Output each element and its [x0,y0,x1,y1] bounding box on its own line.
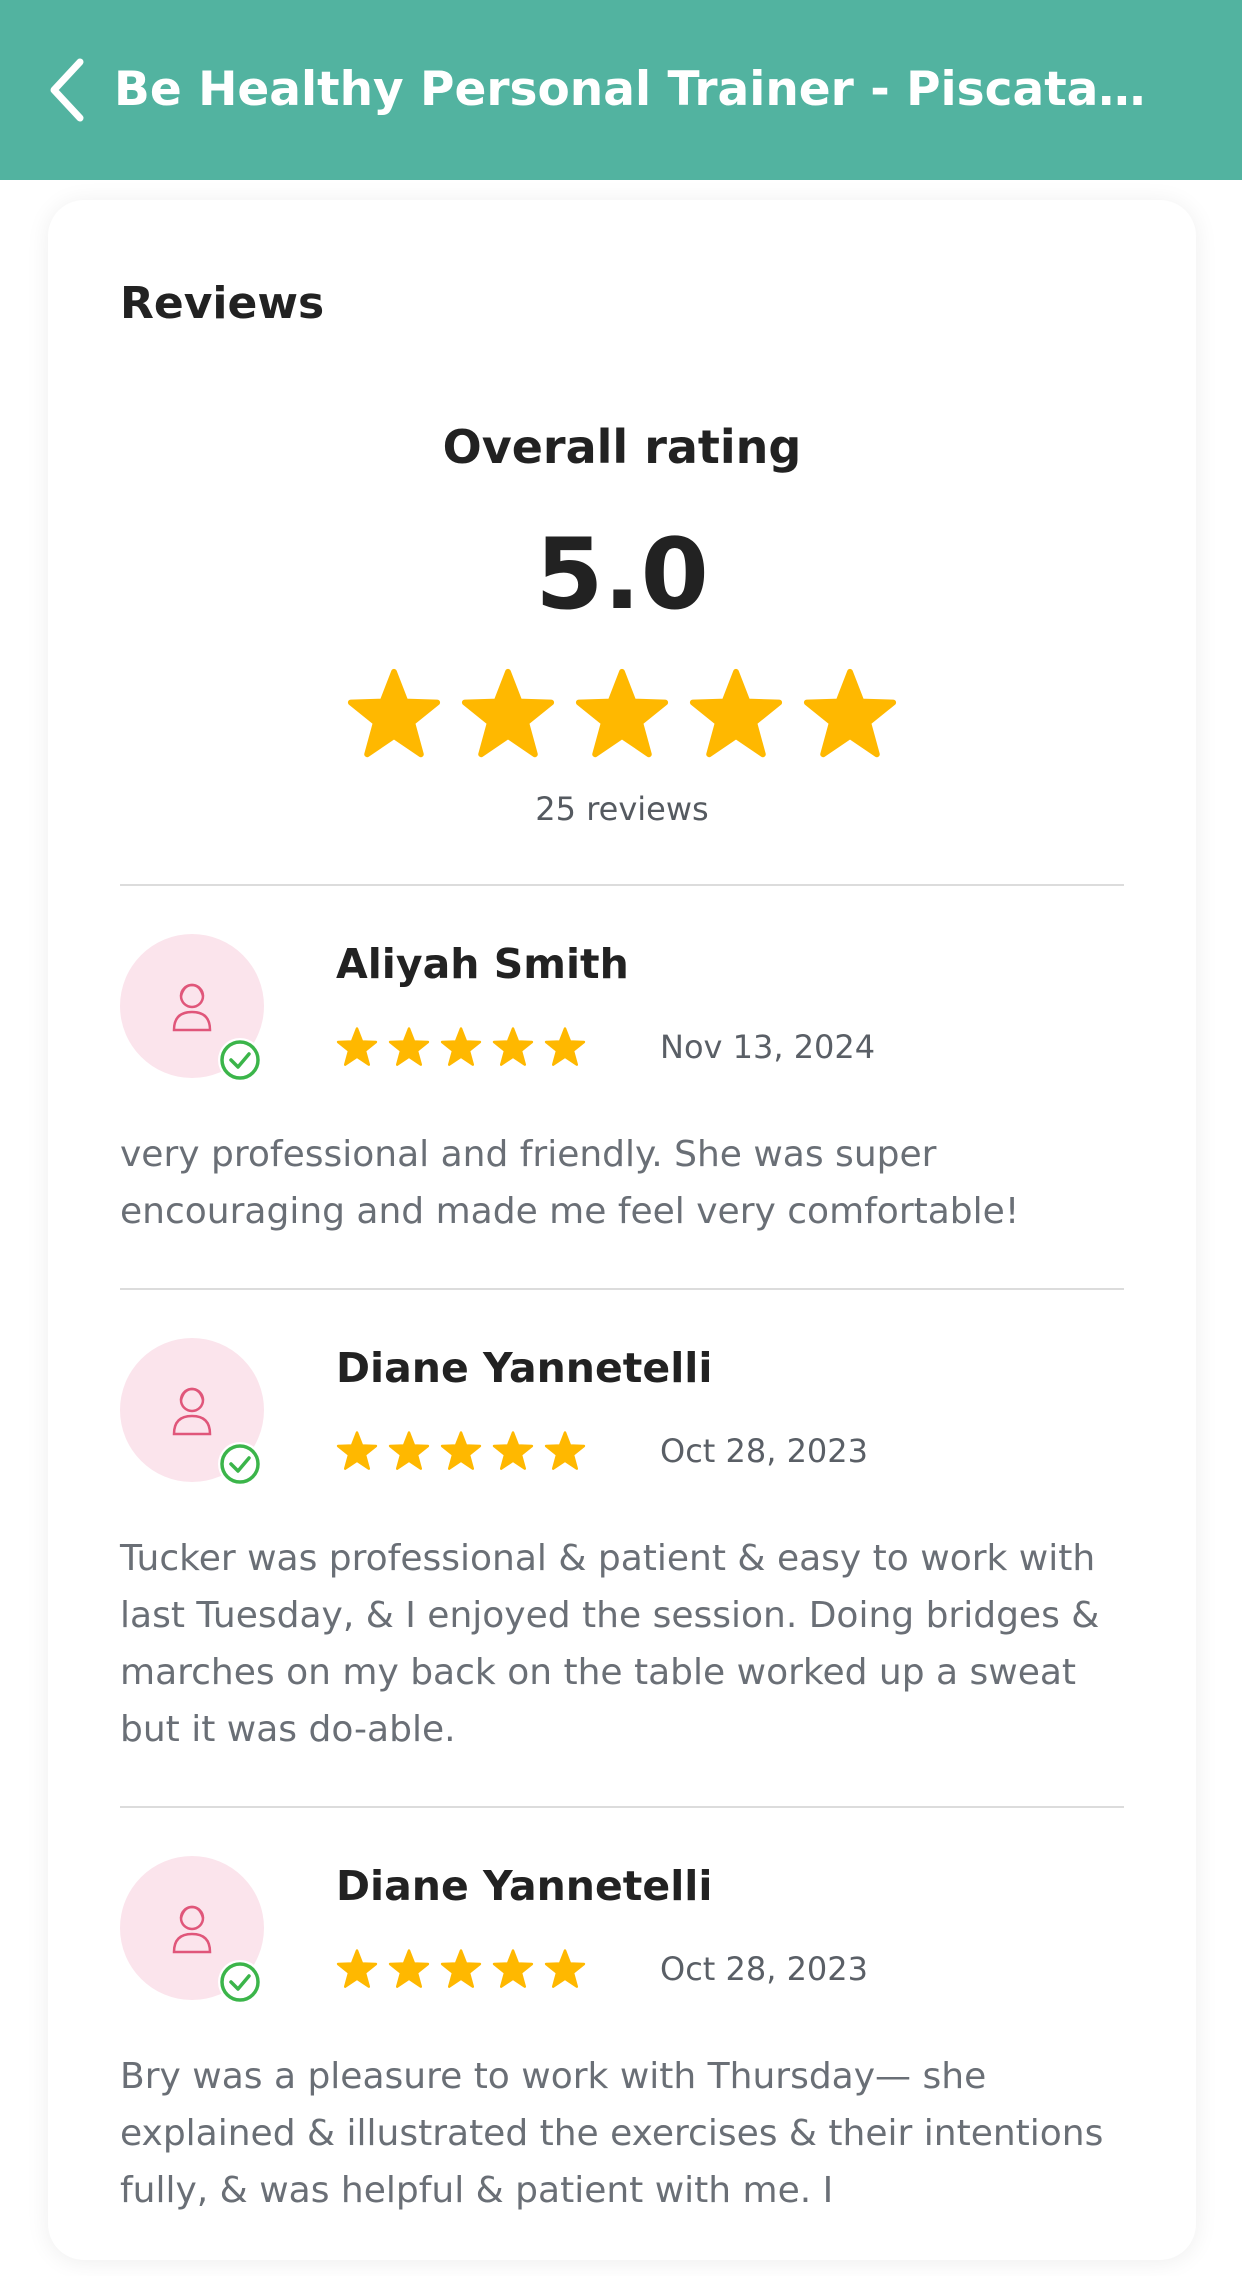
star-icon [492,1949,534,1988]
star-icon [803,668,897,758]
verified-badge [218,1442,262,1486]
review-item: Diane Yannetelli Oct 28, 2023 Bry was a … [120,1856,1124,2276]
star-icon [440,1431,482,1470]
star-icon [575,668,669,758]
avatar [120,1856,264,2004]
review-date: Oct 28, 2023 [660,1432,868,1470]
reviews-card: Reviews Overall rating 5.0 25 reviews Al… [48,200,1196,2260]
divider [120,1806,1124,1808]
user-icon [172,1905,212,1954]
star-icon [336,1949,378,1988]
star-icon [544,1027,586,1066]
reviewer-name: Aliyah Smith [336,940,629,988]
star-icon [347,668,441,758]
review-stars [336,1948,586,1990]
review-item: Diane Yannetelli Oct 28, 2023 Tucker was… [120,1338,1124,1750]
star-icon [461,668,555,758]
review-text: Bry was a pleasure to work with Thursday… [120,2056,1104,2211]
review-date: Oct 28, 2023 [660,1950,868,1988]
back-button[interactable] [40,50,100,130]
verified-badge [218,1960,262,2004]
star-icon [336,1431,378,1470]
star-icon [336,1027,378,1066]
review-count: 25 reviews [535,790,709,828]
divider [120,884,1124,886]
user-icon [172,1387,212,1436]
verified-badge [218,1038,262,1082]
chevron-left-icon [50,58,84,122]
star-icon [544,1431,586,1470]
reviewer-name: Diane Yannetelli [336,1344,713,1392]
review-text: very professional and friendly. She was … [120,1134,1020,1232]
avatar [120,1338,264,1486]
check-circle-icon [220,1040,260,1080]
review-item: Aliyah Smith Nov 13, 2024 very professio… [120,934,1124,1234]
check-circle-icon [220,1444,260,1484]
app-header: Be Healthy Personal Trainer - Piscata… [0,0,1242,180]
star-icon [440,1949,482,1988]
star-icon [544,1949,586,1988]
star-icon [492,1027,534,1066]
star-icon [388,1431,430,1470]
star-icon [440,1027,482,1066]
divider [120,1288,1124,1290]
avatar [120,934,264,1082]
review-date: Nov 13, 2024 [660,1028,876,1066]
review-stars [336,1026,586,1068]
overall-rating-stars [48,666,1196,762]
overall-rating-label: Overall rating [442,420,802,474]
check-circle-icon [220,1962,260,2002]
page-title: Be Healthy Personal Trainer - Piscata… [114,62,1146,117]
star-icon [388,1027,430,1066]
review-stars [336,1430,586,1472]
star-icon [388,1949,430,1988]
review-text: Tucker was professional & patient & easy… [120,1538,1100,1750]
section-title: Reviews [120,278,325,329]
reviewer-name: Diane Yannetelli [336,1862,713,1910]
overall-rating-value: 5.0 [535,518,709,632]
user-icon [172,983,212,1032]
star-icon [689,668,783,758]
star-icon [492,1431,534,1470]
